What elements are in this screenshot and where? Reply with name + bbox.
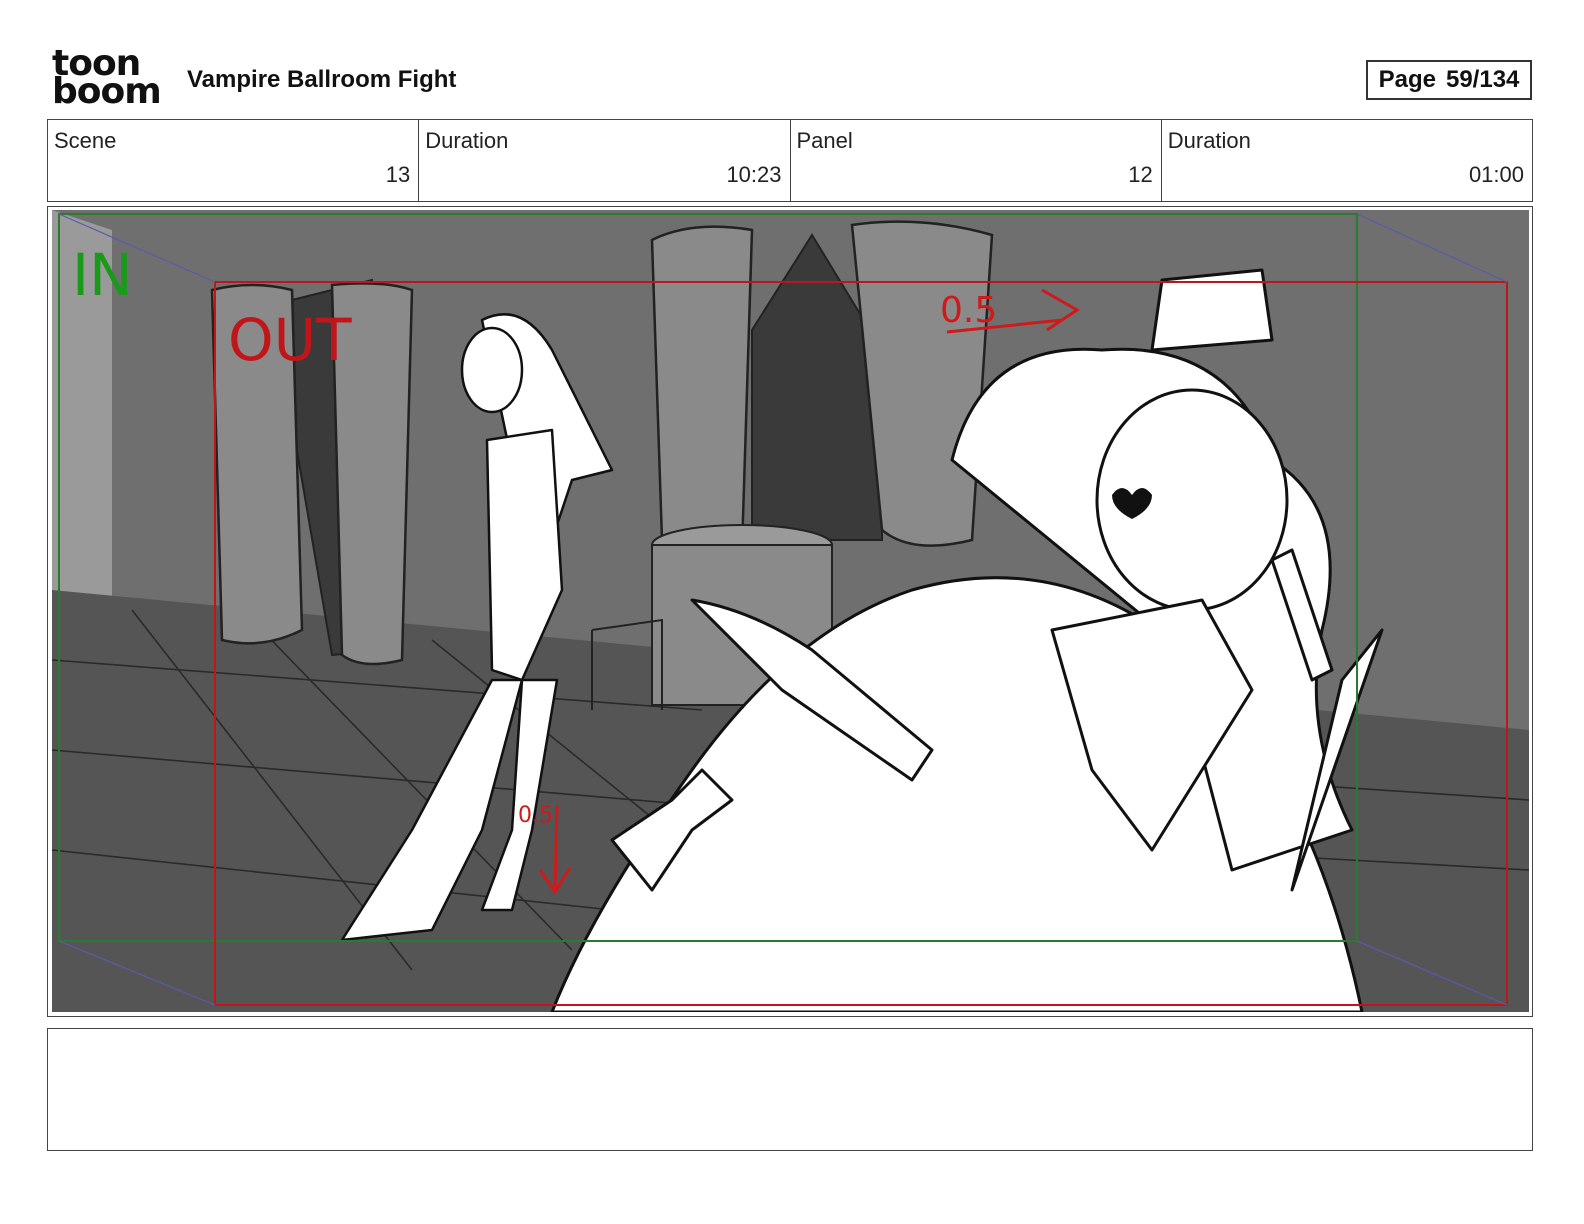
panel-duration-cell: Duration 01:00 xyxy=(1162,120,1532,201)
storyboard-panel-image: IN OUT 0.5 0.5 xyxy=(52,210,1529,1012)
timing-note-bottom: 0.5 xyxy=(518,803,553,828)
scene-label: Scene xyxy=(54,128,117,153)
timing-note-top: 0.5 xyxy=(940,290,997,331)
page-indicator: Page 59/134 xyxy=(1366,60,1532,100)
document-title: Vampire Ballroom Fight xyxy=(187,66,457,93)
scene-duration-label: Duration xyxy=(425,128,509,153)
toonboom-logo: toon boom xyxy=(52,46,164,112)
scene-value: 13 xyxy=(385,162,411,187)
panel-cell: Panel 12 xyxy=(791,120,1162,201)
panel-duration-label: Duration xyxy=(1167,128,1251,153)
scene-duration-value: 10:23 xyxy=(726,162,782,187)
scene-duration-cell: Duration 10:23 xyxy=(419,120,791,201)
page-value: 59/134 xyxy=(1445,66,1520,93)
panel-label: Panel xyxy=(796,128,853,153)
out-frame-label: OUT xyxy=(228,306,352,374)
page-label: Page xyxy=(1378,66,1436,93)
scene-cell: Scene 13 xyxy=(48,120,420,201)
in-frame-label: IN xyxy=(72,241,133,309)
panel-info-table: Scene 13 Duration 10:23 Panel 12 Duratio… xyxy=(47,119,1533,202)
panel-value: 12 xyxy=(1128,162,1153,187)
panel-duration-value: 01:00 xyxy=(1468,162,1524,187)
panel-notes-box xyxy=(47,1028,1533,1151)
logo-line-2: boom xyxy=(52,71,162,112)
